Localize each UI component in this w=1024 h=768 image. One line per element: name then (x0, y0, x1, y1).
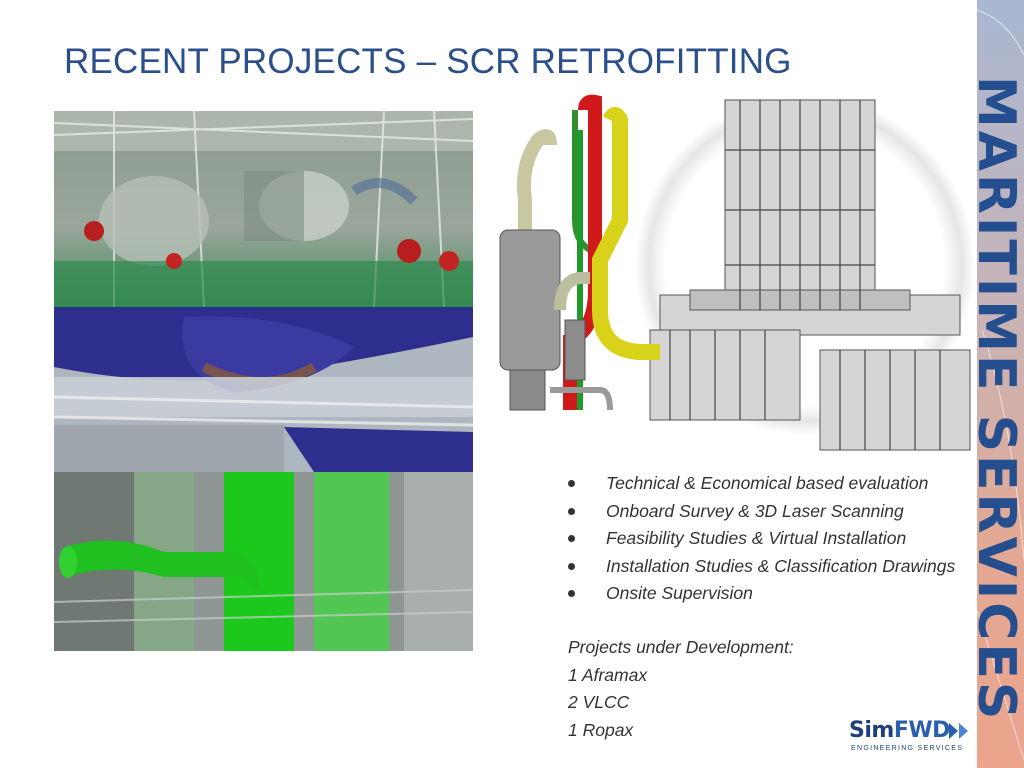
project-item: 1 Ropax (568, 719, 634, 740)
bullet-icon (568, 535, 575, 542)
bullet-item: Feasibility Studies & Virtual Installati… (568, 525, 955, 553)
bullet-icon (568, 562, 575, 570)
bullet-item: Technical & Economical based evaluation (568, 470, 955, 498)
logo-wordmark: SimFWD (849, 718, 950, 743)
bullet-icon (568, 507, 575, 515)
slide: RECENT PROJECTS – SCR RETROFITTING MARIT… (0, 0, 1024, 768)
projects-under-development: Projects under Development: 1 Aframax 2 … (568, 634, 794, 744)
services-bullet-list: Technical & Economical based evaluation … (568, 470, 955, 608)
bullet-item: Onsite Supervision (568, 580, 955, 608)
projects-heading: Projects under Development: (568, 637, 794, 657)
bullet-icon (568, 590, 575, 597)
bullet-item: Installation Studies & Classification Dr… (568, 553, 955, 581)
simfwd-logo: SimFWD ENGINEERING SERVICES (849, 718, 974, 758)
bullet-icon (568, 480, 575, 487)
slide-title: RECENT PROJECTS – SCR RETROFITTING (64, 42, 792, 81)
double-arrow-icon (949, 723, 968, 739)
bullet-item: Onboard Survey & 3D Laser Scanning (568, 498, 955, 526)
scr-3d-model-render (490, 90, 980, 460)
green-pipe-scan-image (54, 472, 473, 651)
overlay-scan-image (54, 307, 473, 472)
engine-room-scan-image (54, 111, 473, 307)
logo-tagline: ENGINEERING SERVICES (851, 745, 964, 752)
project-item: 2 VLCC (568, 692, 630, 712)
project-item: 1 Aframax (568, 664, 648, 685)
